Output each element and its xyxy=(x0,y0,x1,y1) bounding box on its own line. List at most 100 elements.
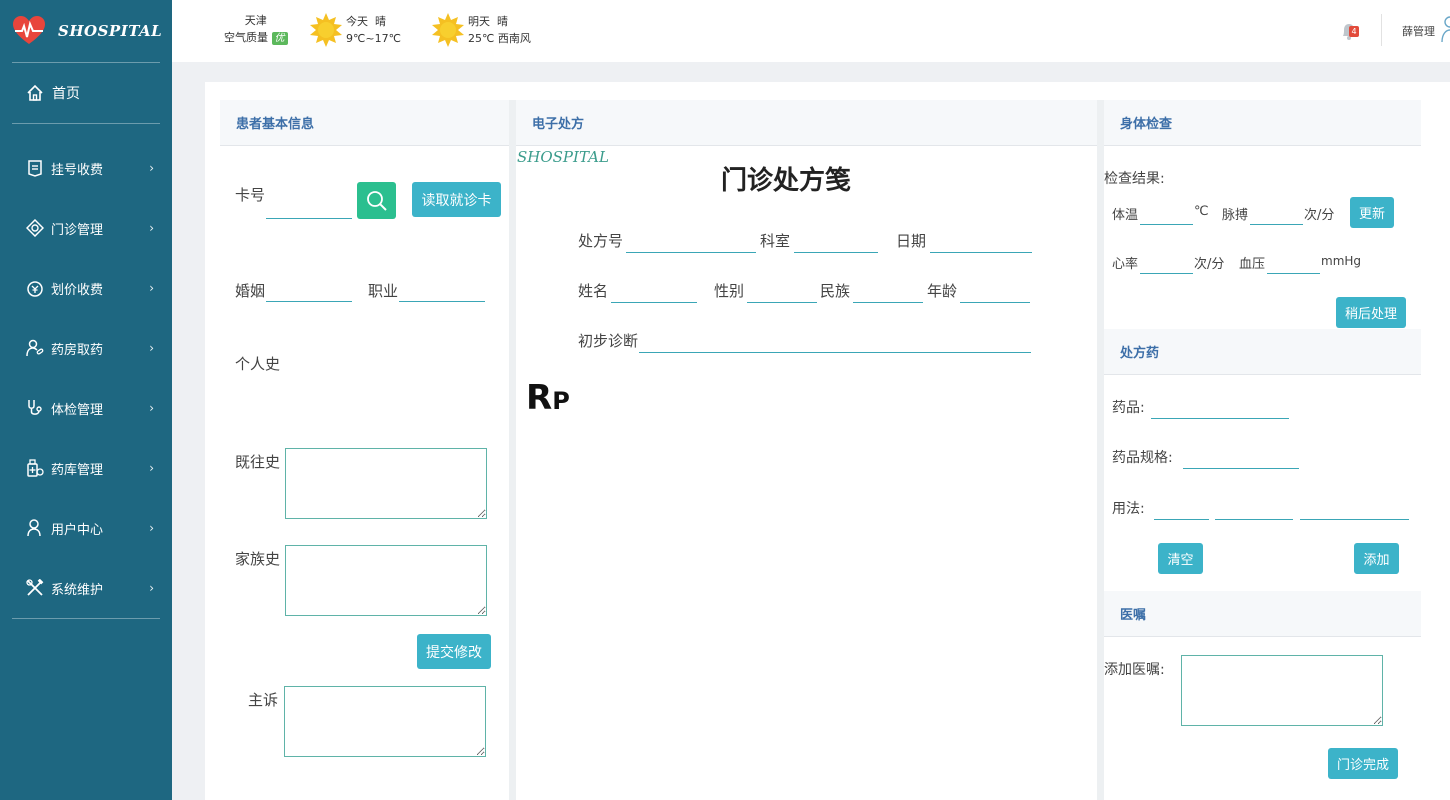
card-number-label: 卡号 xyxy=(235,186,266,204)
user-name[interactable]: 薛管理 xyxy=(1402,23,1435,39)
panel-splitter[interactable] xyxy=(509,100,516,800)
blood-pressure-input[interactable] xyxy=(1267,252,1320,274)
notification-badge: 4 xyxy=(1349,26,1359,37)
occupation-input[interactable] xyxy=(399,280,485,302)
air-quality-label: 空气质量 xyxy=(224,31,268,44)
sidebar-item-user-center[interactable]: 用户中心 › xyxy=(0,498,172,558)
search-icon xyxy=(366,190,387,211)
process-later-button[interactable]: 稍后处理 xyxy=(1336,297,1406,328)
usage-frequency-input[interactable] xyxy=(1215,498,1293,520)
sidebar-item-pharmacy[interactable]: 药房取药 › xyxy=(0,318,172,378)
drug-name-input[interactable] xyxy=(1151,397,1289,419)
diagnosis-input[interactable] xyxy=(639,331,1031,353)
weather-tomorrow: 明天 晴 25℃ 西南风 xyxy=(430,12,531,48)
sidebar-item-label: 划价收费 xyxy=(51,282,104,298)
gender-input[interactable] xyxy=(747,281,817,303)
sidebar-item-checkup[interactable]: 体检管理 › xyxy=(0,378,172,438)
usage-label: 用法: xyxy=(1112,501,1145,517)
temperature-input[interactable] xyxy=(1140,203,1193,225)
rx-number-input[interactable] xyxy=(626,231,756,253)
clear-button[interactable]: 清空 xyxy=(1158,543,1203,574)
name-label: 姓名 xyxy=(578,282,609,300)
sidebar-item-home[interactable]: 首页 xyxy=(0,63,172,123)
past-history-label: 既往史 xyxy=(235,453,281,471)
panel-splitter[interactable] xyxy=(1097,100,1104,800)
submit-edit-button[interactable]: 提交修改 xyxy=(417,634,491,669)
rx-number-label: 处方号 xyxy=(578,232,624,250)
air-quality-badge: 优 xyxy=(271,32,288,45)
ethnicity-label: 民族 xyxy=(820,282,851,300)
stethoscope-icon xyxy=(28,400,42,415)
chief-complaint-label: 主诉 xyxy=(248,691,279,709)
sidebar-item-label: 药房取药 xyxy=(51,342,104,358)
sidebar-item-label: 首页 xyxy=(52,86,80,102)
pulse-input[interactable] xyxy=(1250,203,1303,225)
past-history-textarea[interactable] xyxy=(285,448,487,519)
chevron-right-icon: › xyxy=(149,281,154,295)
sidebar-item-outpatient[interactable]: 门诊管理 › xyxy=(0,198,172,258)
exam-result-label: 检查结果: xyxy=(1104,171,1165,187)
medical-advice-textarea[interactable] xyxy=(1181,655,1383,726)
family-history-label: 家族史 xyxy=(235,550,281,568)
sun-icon xyxy=(310,13,342,47)
pulse-unit: 次/分 xyxy=(1304,208,1335,223)
right-panel: 身体检查 检查结果: 体温 ℃ 脉搏 次/分 更新 心率 次/分 血压 mmHg… xyxy=(1104,100,1421,800)
date-input[interactable] xyxy=(930,231,1032,253)
logo[interactable]: SHOSPITAL xyxy=(0,0,172,62)
city-name: 天津 xyxy=(244,14,267,27)
add-drug-button[interactable]: 添加 xyxy=(1354,543,1399,574)
age-label: 年龄 xyxy=(927,282,958,300)
chevron-right-icon: › xyxy=(149,581,154,595)
usage-dose-input[interactable] xyxy=(1154,498,1209,520)
chief-complaint-textarea[interactable] xyxy=(284,686,486,757)
prescription-title: 门诊处方笺 xyxy=(721,166,852,196)
drug-spec-label: 药品规格: xyxy=(1112,450,1173,466)
today-temperature: 9℃~17℃ xyxy=(346,32,401,45)
sidebar-item-label: 门诊管理 xyxy=(51,222,104,238)
update-button[interactable]: 更新 xyxy=(1350,197,1394,228)
card-number-input[interactable] xyxy=(266,197,352,219)
sidebar-item-system[interactable]: 系统维护 › xyxy=(0,558,172,618)
chevron-right-icon: › xyxy=(149,221,154,235)
sidebar-item-label: 系统维护 xyxy=(51,582,104,598)
pharmacy-icon xyxy=(26,339,44,357)
drug-spec-input[interactable] xyxy=(1183,447,1299,469)
tomorrow-condition: 晴 xyxy=(497,15,508,28)
brand-name: SHOSPITAL xyxy=(58,22,163,40)
user-icon xyxy=(27,519,41,537)
today-condition: 晴 xyxy=(375,15,386,28)
department-input[interactable] xyxy=(794,231,878,253)
sidebar-item-medicine-store[interactable]: 药库管理 › xyxy=(0,438,172,498)
chevron-right-icon: › xyxy=(149,521,154,535)
heart-pulse-icon xyxy=(13,16,45,44)
pulse-label: 脉搏 xyxy=(1222,208,1249,223)
tools-icon xyxy=(26,579,44,596)
read-card-button[interactable]: 读取就诊卡 xyxy=(412,182,501,217)
ethnicity-input[interactable] xyxy=(853,281,923,303)
age-input[interactable] xyxy=(960,281,1030,303)
panel-title: 处方药 xyxy=(1104,329,1421,375)
main-content: 患者基本信息 卡号 读取就诊卡 婚姻 职业 个人史 既往史 家族史 提交修改 主… xyxy=(205,82,1450,800)
gender-label: 性别 xyxy=(714,282,745,300)
billing-icon xyxy=(27,281,43,297)
heart-rate-input[interactable] xyxy=(1140,252,1193,274)
marriage-input[interactable] xyxy=(266,280,352,302)
temperature-label: 体温 xyxy=(1112,208,1139,223)
medicine-store-icon xyxy=(27,459,44,477)
occupation-label: 职业 xyxy=(368,282,399,300)
name-input[interactable] xyxy=(611,281,697,303)
avatar[interactable] xyxy=(1440,14,1450,44)
rp-symbol: RP xyxy=(526,378,570,418)
sidebar-item-registration[interactable]: 挂号收费 › xyxy=(0,138,172,198)
marriage-label: 婚姻 xyxy=(235,282,266,300)
today-label: 今天 xyxy=(346,15,368,28)
weather-today: 今天 晴 9℃~17℃ xyxy=(308,12,401,48)
personal-history-label: 个人史 xyxy=(235,355,281,373)
heart-rate-unit: 次/分 xyxy=(1194,257,1225,272)
finish-visit-button[interactable]: 门诊完成 xyxy=(1328,748,1398,779)
search-button[interactable] xyxy=(357,182,396,219)
temperature-unit: ℃ xyxy=(1194,204,1209,219)
family-history-textarea[interactable] xyxy=(285,545,487,616)
sidebar-item-billing[interactable]: 划价收费 › xyxy=(0,258,172,318)
usage-method-input[interactable] xyxy=(1300,498,1409,520)
